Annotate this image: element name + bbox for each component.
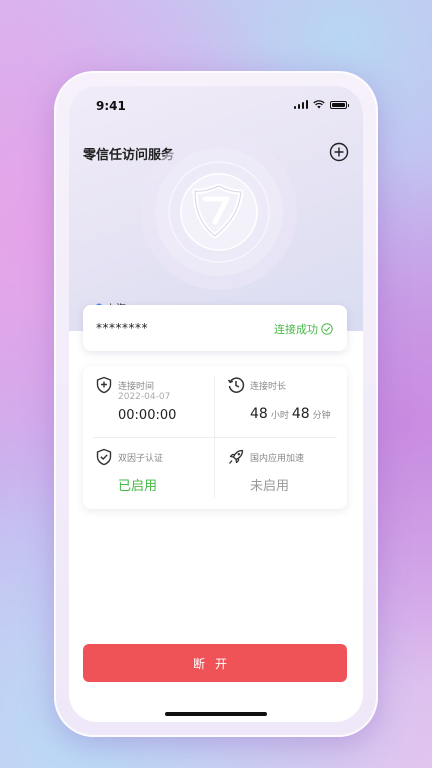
stat-label: 连接时间 <box>118 382 155 392</box>
hero-section: 9:41 零信任访问服务 <box>69 86 363 331</box>
stat-label: 双因子认证 <box>118 454 164 464</box>
stat-value: 已启用 <box>118 479 158 494</box>
connection-card[interactable]: ******** 连接成功 <box>83 305 347 351</box>
stat-value: 00:00:00 <box>118 408 177 423</box>
stat-two-factor[interactable]: 双因子认证 已启用 <box>83 438 215 509</box>
check-circle-icon <box>321 323 333 335</box>
status-time: 9:41 <box>96 99 126 113</box>
status-bar: 9:41 <box>69 86 363 126</box>
stat-label: 国内应用加速 <box>250 454 305 464</box>
stats-card: 连接时间 2022-04-07 00:00:00 连接时长 48 小时 48 分钟 <box>83 366 347 509</box>
clock-icon <box>227 377 245 393</box>
stat-duration-value: 48 小时 48 分钟 <box>250 406 334 422</box>
duration-minutes: 48 <box>291 406 310 422</box>
battery-icon <box>330 100 349 109</box>
stat-label: 连接时长 <box>250 382 287 392</box>
signal-icon <box>293 100 308 109</box>
disconnect-button[interactable]: 断开 <box>83 644 347 682</box>
status-icons <box>293 100 349 109</box>
stat-duration: 连接时长 48 小时 48 分钟 <box>215 366 347 437</box>
add-circle-icon[interactable] <box>329 142 349 162</box>
connection-name: ******** <box>96 321 148 335</box>
stat-connect-time: 连接时间 2022-04-07 00:00:00 <box>83 366 215 437</box>
stat-domestic-accel[interactable]: 国内应用加速 未启用 <box>215 438 347 509</box>
stat-value: 未启用 <box>250 479 290 494</box>
wifi-icon <box>313 100 325 109</box>
connection-status: 连接成功 <box>274 321 333 337</box>
stat-date: 2022-04-07 <box>118 392 171 402</box>
app-screen: 9:41 零信任访问服务 ******** 连接成功 连接时间 2022-04-… <box>69 86 363 722</box>
shield-check-icon <box>96 448 112 466</box>
duration-hours-unit: 小时 <box>270 411 289 421</box>
duration-hours: 48 <box>250 406 268 422</box>
connection-status-text: 连接成功 <box>274 323 318 336</box>
shield-plus-icon <box>96 376 112 394</box>
rocket-icon <box>229 449 244 464</box>
shield-logo-icon[interactable] <box>139 132 299 292</box>
phone-frame: 9:41 零信任访问服务 ******** 连接成功 连接时间 2022-04-… <box>54 71 378 737</box>
duration-minutes-unit: 分钟 <box>312 411 331 421</box>
home-indicator <box>165 712 267 716</box>
